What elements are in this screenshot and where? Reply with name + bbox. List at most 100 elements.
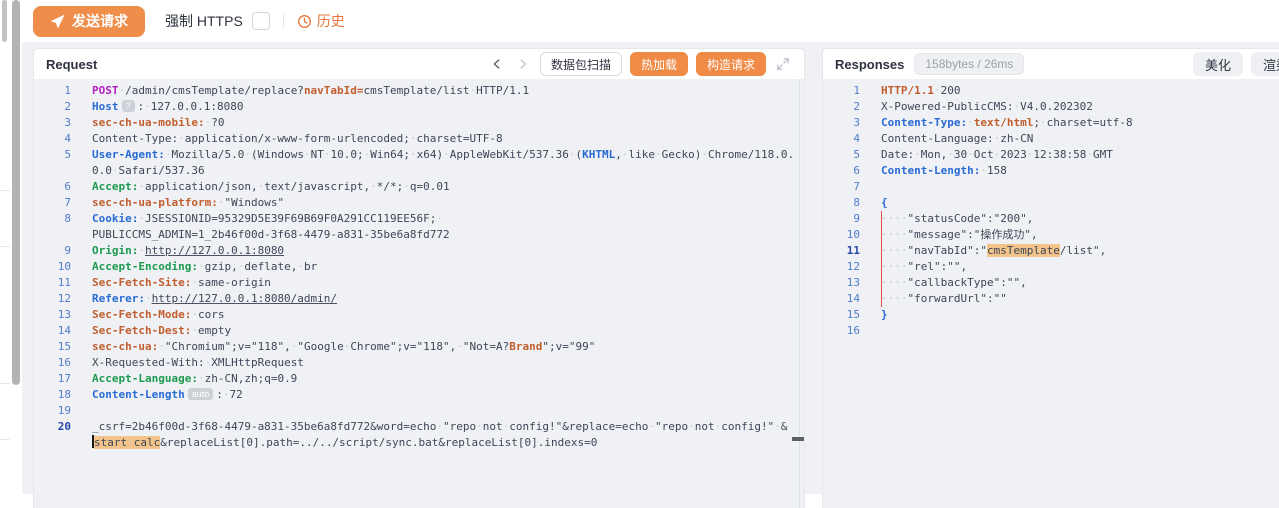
code-line: 8{ — [823, 195, 1279, 211]
paper-plane-icon — [50, 14, 65, 29]
page-scrollbar-thumb[interactable] — [12, 0, 20, 385]
code-line: 13Sec-Fetch-Mode:·cors — [34, 307, 804, 323]
inline-hint-badge: auto — [188, 388, 214, 400]
code-line: 2X-Powered-PublicCMS:·V4.0.202302 — [823, 99, 1279, 115]
line-number: 8 — [34, 211, 71, 227]
request-editor[interactable]: 1POST·/admin/cmsTemplate/replace?navTabI… — [34, 79, 804, 508]
top-toolbar: 发送请求 强制 HTTPS 历史 — [33, 5, 345, 37]
code-line: 13····"callbackType":"", — [823, 275, 1279, 291]
code-line: 8Cookie:·JSESSIONID=95329D5E39F69B69F0A2… — [34, 211, 804, 227]
line-number: 10 — [34, 259, 71, 275]
line-number: 9 — [823, 211, 860, 227]
line-number: 14 — [34, 323, 71, 339]
line-number: 18 — [34, 387, 71, 403]
line-number: 11 — [823, 243, 860, 259]
rail-divider — [0, 190, 10, 191]
construct-request-button[interactable]: 构造请求 — [696, 52, 766, 76]
hot-reload-button[interactable]: 热加载 — [630, 52, 688, 76]
line-number: 9 — [34, 243, 71, 259]
code-line: 12Referer:·http://127.0.0.1:8080/admin/ — [34, 291, 804, 307]
line-number: 1 — [34, 83, 71, 99]
line-number: 7 — [34, 195, 71, 211]
page-left-rail — [0, 0, 22, 494]
request-panel-header: Request 数据包扫描 热加载 构造请求 — [34, 49, 804, 80]
line-number: 14 — [823, 291, 860, 307]
code-line: 10····"message":"操作成功", — [823, 227, 1279, 243]
line-number: 5 — [823, 147, 860, 163]
force-https-checkbox[interactable] — [252, 12, 270, 30]
line-number: 10 — [823, 227, 860, 243]
line-number: 20 — [34, 419, 71, 435]
line-number — [34, 163, 71, 179]
scrollbar-thumb[interactable] — [2, 0, 7, 42]
line-number: 12 — [34, 291, 71, 307]
chevron-right-icon[interactable] — [514, 55, 532, 73]
line-number: 4 — [823, 131, 860, 147]
code-line: 15sec-ch-ua:·"Chromium";v="118",·"Google… — [34, 339, 804, 355]
line-number: 3 — [34, 115, 71, 131]
overview-ruler-cursor-marker — [792, 437, 804, 441]
packet-scan-button[interactable]: 数据包扫描 — [540, 52, 622, 76]
code-line: 0.0·Safari/537.36 — [34, 163, 804, 179]
code-line: 11Sec-Fetch-Site:·same-origin — [34, 275, 804, 291]
code-line: 16 — [823, 323, 1279, 339]
code-line: 9····"statusCode":"200", — [823, 211, 1279, 227]
line-number: 2 — [34, 99, 71, 115]
response-panel: Responses 158bytes / 26ms 美化 渲染 1HTTP/1.… — [822, 48, 1279, 508]
line-number: 19 — [34, 403, 71, 419]
request-panel-title: Request — [46, 57, 97, 72]
line-number: 15 — [34, 339, 71, 355]
send-request-button[interactable]: 发送请求 — [33, 6, 145, 37]
line-number — [34, 227, 71, 243]
code-line: 2Host?:·127.0.0.1:8080 — [34, 99, 804, 115]
code-line: 7sec-ch-ua-platform:·"Windows" — [34, 195, 804, 211]
render-button[interactable]: 渲染 — [1251, 52, 1279, 76]
line-number: 8 — [823, 195, 860, 211]
send-request-label: 发送请求 — [72, 11, 128, 31]
history-button[interactable]: 历史 — [297, 11, 345, 31]
response-panel-title: Responses — [835, 57, 904, 72]
response-editor[interactable]: 1HTTP/1.1·2002X-Powered-PublicCMS:·V4.0.… — [823, 79, 1279, 508]
code-line: 17Accept-Language:·zh-CN,zh;q=0.9 — [34, 371, 804, 387]
line-number: 2 — [823, 99, 860, 115]
code-line: 1POST·/admin/cmsTemplate/replace?navTabI… — [34, 83, 804, 99]
beautify-button[interactable]: 美化 — [1193, 52, 1243, 76]
line-number: 6 — [823, 163, 860, 179]
rail-divider — [0, 383, 10, 384]
code-line: 14····"forwardUrl":"" — [823, 291, 1279, 307]
line-number: 3 — [823, 115, 860, 131]
expand-icon[interactable] — [774, 55, 792, 73]
line-number: 15 — [823, 307, 860, 323]
code-line: 4Content-Language:·zh-CN — [823, 131, 1279, 147]
code-line: 1HTTP/1.1·200 — [823, 83, 1279, 99]
code-line: start·calc&replaceList[0].path=../../scr… — [34, 435, 804, 451]
code-line: 5User-Agent:·Mozilla/5.0·(Windows·NT·10.… — [34, 147, 804, 163]
rail-divider — [0, 246, 10, 247]
request-panel: Request 数据包扫描 热加载 构造请求 1POST·/admin/cmsT… — [33, 48, 805, 508]
code-line: 19 — [34, 403, 804, 419]
code-line: 3sec-ch-ua-mobile:·?0 — [34, 115, 804, 131]
toolbar-divider — [283, 14, 284, 28]
line-number: 16 — [34, 355, 71, 371]
inline-hint-badge: ? — [122, 100, 135, 112]
history-label: 历史 — [317, 11, 345, 31]
code-line: 14Sec-Fetch-Dest:·empty — [34, 323, 804, 339]
code-line: PUBLICCMS_ADMIN=1_2b46f00d-3f68-4479-a83… — [34, 227, 804, 243]
code-line: 6Content-Length:·158 — [823, 163, 1279, 179]
code-line: 9Origin:·http://127.0.0.1:8080 — [34, 243, 804, 259]
line-number: 16 — [823, 323, 860, 339]
chevron-left-icon[interactable] — [488, 55, 506, 73]
overview-ruler — [799, 79, 800, 508]
code-line: 16X-Requested-With:·XMLHttpRequest — [34, 355, 804, 371]
code-line: 7 — [823, 179, 1279, 195]
code-line: 6Accept:·application/json,·text/javascri… — [34, 179, 804, 195]
line-number: 5 — [34, 147, 71, 163]
line-number: 13 — [823, 275, 860, 291]
line-number: 1 — [823, 83, 860, 99]
line-number: 7 — [823, 179, 860, 195]
line-number — [34, 435, 71, 451]
code-line: 3Content-Type:·text/html;·charset=utf-8 — [823, 115, 1279, 131]
force-https-label: 强制 HTTPS — [165, 11, 243, 31]
code-line: 20_csrf=2b46f00d-3f68-4479-a831-35be6a8f… — [34, 419, 804, 435]
line-number: 13 — [34, 307, 71, 323]
